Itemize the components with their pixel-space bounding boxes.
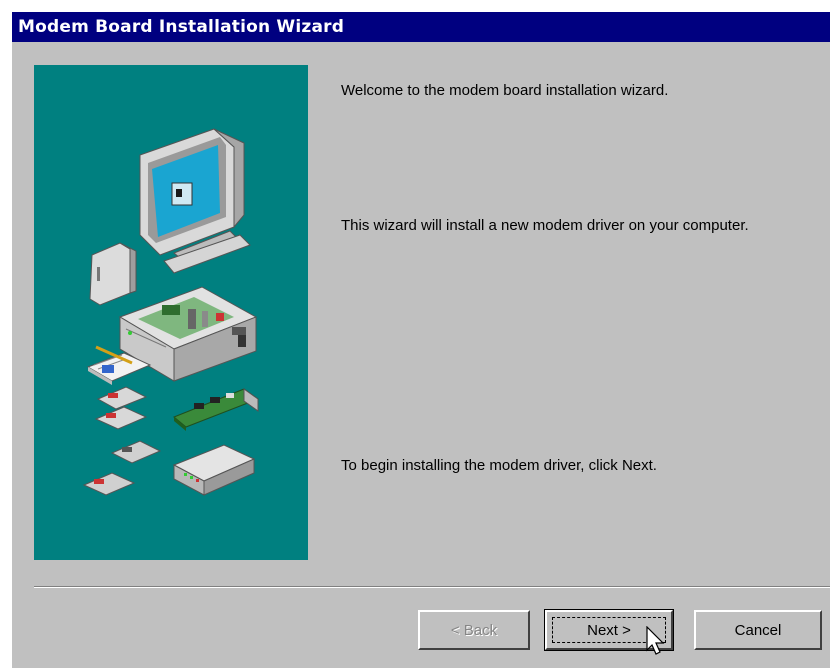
instruction-text: To begin installing the modem driver, cl…: [341, 457, 657, 474]
wizard-illustration: [34, 65, 308, 560]
wizard-window: Modem Board Installation Wizard Welcome …: [12, 12, 830, 668]
illustration-svg: [82, 128, 260, 496]
description-text: This wizard will install a new modem dri…: [341, 217, 749, 234]
cancel-button-label: Cancel: [734, 621, 782, 639]
mouse-pointer-icon: [646, 626, 665, 655]
back-button[interactable]: < Back: [418, 610, 530, 650]
window-title: Modem Board Installation Wizard: [18, 17, 345, 37]
external-modem-icon: [172, 444, 256, 496]
floppy-disk-icon: [82, 386, 162, 496]
external-drive-icon: [89, 242, 137, 306]
monitor-icon: [139, 128, 251, 274]
back-button-label: < Back: [450, 621, 498, 639]
cancel-button[interactable]: Cancel: [694, 610, 822, 650]
title-bar[interactable]: Modem Board Installation Wizard: [12, 12, 830, 42]
button-separator: [34, 586, 830, 588]
modem-card-icon: [173, 388, 260, 431]
welcome-text: Welcome to the modem board installation …: [341, 82, 669, 99]
